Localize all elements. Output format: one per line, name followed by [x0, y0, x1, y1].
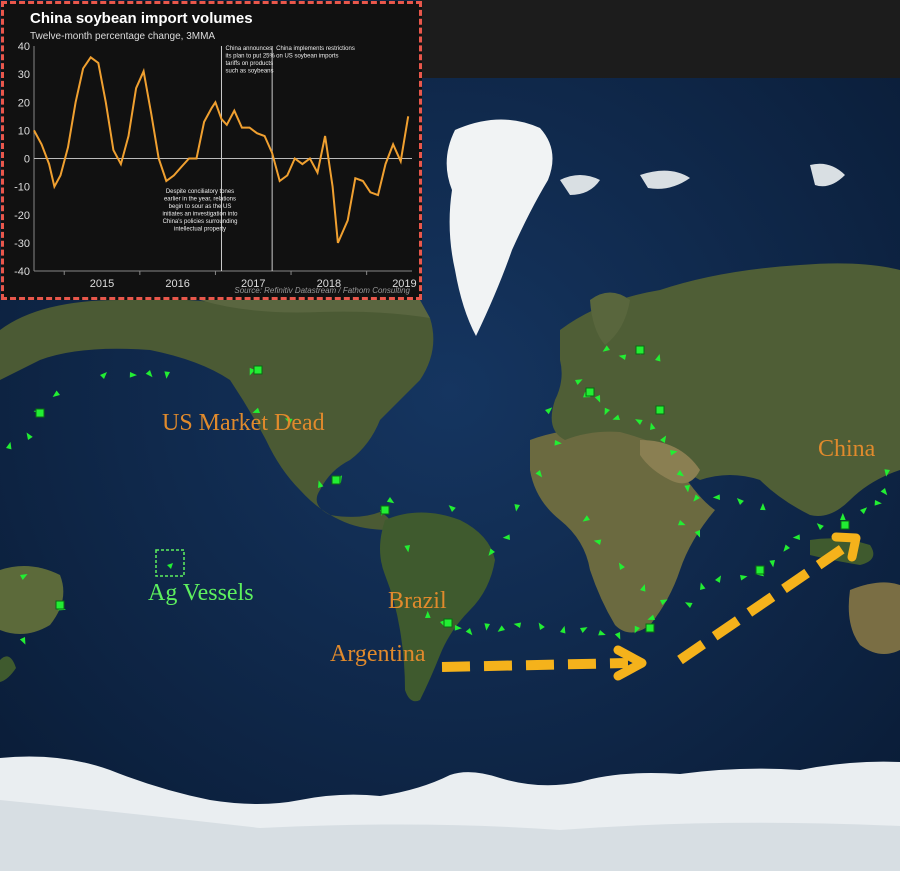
y-tick-label: 0: [24, 154, 30, 166]
annotation-relations: begin to sour as the US: [169, 204, 232, 210]
y-tick-label: 30: [18, 69, 30, 81]
annotation-tariff: China announces: [225, 46, 272, 52]
vessel-cluster-marker: [35, 408, 45, 418]
y-tick-label: -10: [14, 182, 30, 194]
y-tick-label: 20: [18, 97, 30, 109]
annotation-tariff: such as soybeans: [225, 69, 273, 75]
top-dark-band: [420, 0, 900, 78]
vessel-cluster-marker: [55, 600, 65, 610]
vessel-cluster-marker: [655, 405, 665, 415]
argentina-label: Argentina: [330, 641, 426, 667]
annotation-tariff: tariffs on products: [225, 61, 273, 67]
annotation-relations: earlier in the year, relations: [164, 197, 236, 203]
y-tick-label: -30: [14, 238, 30, 250]
vessel-cluster-marker: [645, 623, 655, 633]
annotation-restrictions: on US soybean imports: [276, 54, 338, 60]
vessel-cluster-marker: [443, 618, 453, 628]
annotation-relations: initiates an investigation into: [162, 212, 238, 218]
y-tick-label: -40: [14, 266, 30, 278]
us-market-dead-label: US Market Dead: [162, 410, 325, 436]
annotation-relations: intellectual property: [174, 227, 226, 233]
annotation-tariff: its plan to put 25%: [225, 54, 275, 60]
y-tick-label: -20: [14, 210, 30, 222]
ag-vessels-label: Ag Vessels: [148, 580, 254, 606]
inset-chart-plot: 403020100-10-20-30-402015 2016 2017 2018 201…: [14, 41, 417, 295]
vessel-cluster-marker: [755, 565, 765, 575]
inset-chart: China soybean import volumes Twelve-mont…: [1, 1, 422, 300]
vessel-cluster-marker: [253, 365, 263, 375]
x-tick-label: 2016: [165, 278, 189, 290]
y-tick-label: 10: [18, 125, 30, 137]
annotation-relations: Despite conciliatory tones: [166, 189, 234, 195]
x-tick-label: 2015: [90, 278, 114, 290]
brazil-label: Brazil: [388, 588, 447, 614]
vessel-cluster-marker: [840, 520, 850, 530]
vessel-cluster-marker: [585, 387, 595, 397]
y-tick-label: 40: [18, 41, 30, 53]
china-label: China: [818, 436, 876, 462]
annotation-restrictions: China implements restrictions: [276, 46, 355, 52]
vessel-cluster-marker: [331, 475, 341, 485]
inset-source: Source: Refinitiv Datastream / Fathom Co…: [234, 286, 410, 295]
map-stage: US Market Dead China Ag Vessels Brazil A…: [0, 0, 900, 871]
vessel-cluster-marker: [380, 505, 390, 515]
annotation-relations: China's policies surrounding: [163, 219, 238, 225]
vessel-cluster-marker: [635, 345, 645, 355]
